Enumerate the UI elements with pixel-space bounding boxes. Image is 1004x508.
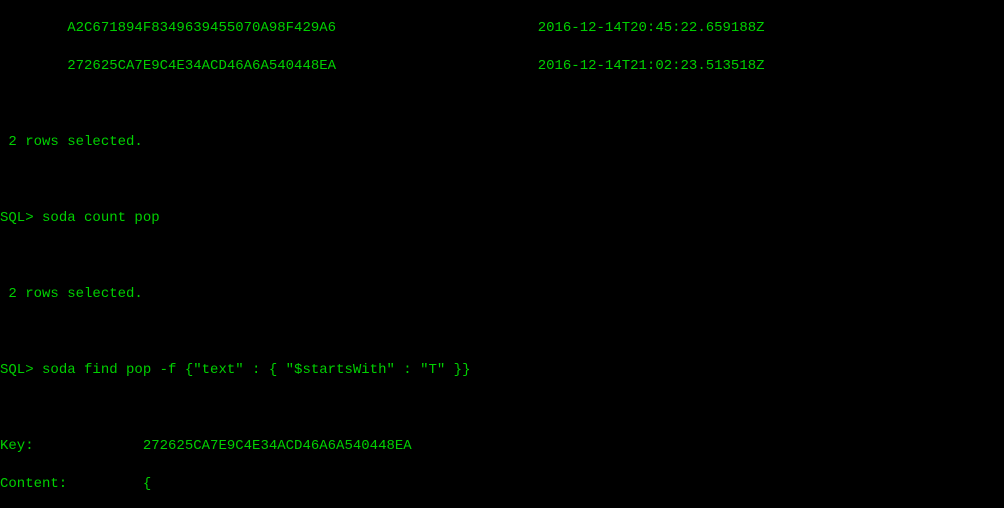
content-open-brace: { <box>143 476 151 492</box>
terminal-output: A2C671894F8349639455070A98F429A6 2016-12… <box>0 0 1004 508</box>
blank-line <box>0 323 1004 342</box>
result-key: A2C671894F8349639455070A98F429A6 <box>67 20 336 36</box>
blank-line <box>0 171 1004 190</box>
blank-line <box>0 399 1004 418</box>
blank-line <box>0 247 1004 266</box>
result-key: 272625CA7E9C4E34ACD46A6A540448EA <box>67 58 336 74</box>
blank-line <box>0 95 1004 114</box>
key-value: 272625CA7E9C4E34ACD46A6A540448EA <box>143 438 412 454</box>
prompt-line[interactable]: SQL> soda find pop -f {"text" : { "$star… <box>0 361 1004 380</box>
find-key-line: Key: 272625CA7E9C4E34ACD46A6A540448EA <box>0 437 1004 456</box>
result-row: A2C671894F8349639455070A98F429A6 2016-12… <box>0 19 1004 38</box>
sql-command: soda find pop -f {"text" : { "$startsWit… <box>42 362 470 378</box>
result-row: 272625CA7E9C4E34ACD46A6A540448EA 2016-12… <box>0 57 1004 76</box>
find-content-line: Content: { <box>0 475 1004 494</box>
rows-selected-message: 2 rows selected. <box>0 285 1004 304</box>
sql-prompt: SQL> <box>0 210 34 226</box>
rows-selected-message: 2 rows selected. <box>0 133 1004 152</box>
result-timestamp: 2016-12-14T21:02:23.513518Z <box>538 58 765 74</box>
content-label: Content: <box>0 476 67 492</box>
key-label: Key: <box>0 438 34 454</box>
sql-command: soda count pop <box>42 210 160 226</box>
sql-prompt: SQL> <box>0 362 34 378</box>
prompt-line[interactable]: SQL> soda count pop <box>0 209 1004 228</box>
result-timestamp: 2016-12-14T20:45:22.659188Z <box>538 20 765 36</box>
